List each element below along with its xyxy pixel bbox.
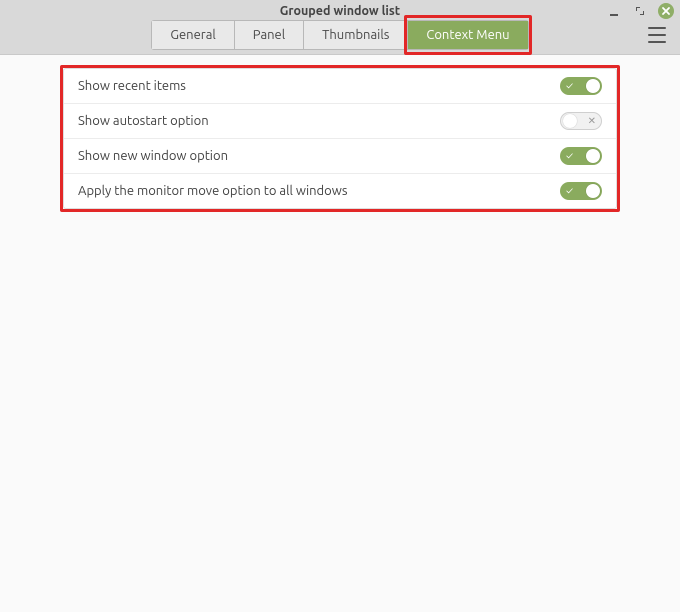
maximize-icon[interactable] <box>632 3 648 19</box>
menu-icon[interactable] <box>648 27 666 43</box>
toggle-show-recent-items[interactable]: ✓ <box>560 77 602 95</box>
tab-context-menu[interactable]: Context Menu <box>408 21 527 49</box>
content-area: Show recent items ✓ Show autostart optio… <box>0 55 680 612</box>
close-icon[interactable] <box>658 3 674 19</box>
setting-label: Show autostart option <box>78 114 209 128</box>
list-item: Show autostart option ✕ <box>64 104 616 139</box>
list-item: Show recent items ✓ <box>64 69 616 104</box>
list-item: Apply the monitor move option to all win… <box>64 174 616 208</box>
toggle-knob <box>586 184 600 198</box>
check-icon: ✓ <box>566 81 573 91</box>
tab-panel[interactable]: Panel <box>235 21 304 49</box>
minimize-icon[interactable] <box>606 3 622 19</box>
setting-label: Show new window option <box>78 149 228 163</box>
toggle-knob <box>563 114 577 128</box>
tab-general[interactable]: General <box>152 21 234 49</box>
setting-label: Apply the monitor move option to all win… <box>78 184 347 198</box>
toggle-show-new-window-option[interactable]: ✓ <box>560 147 602 165</box>
toggle-show-autostart-option[interactable]: ✕ <box>560 112 602 130</box>
toggle-monitor-move-all-windows[interactable]: ✓ <box>560 182 602 200</box>
check-icon: ✓ <box>566 186 573 196</box>
x-icon: ✕ <box>588 116 596 126</box>
toggle-knob <box>586 79 600 93</box>
toggle-knob <box>586 149 600 163</box>
tab-thumbnails[interactable]: Thumbnails <box>304 21 408 49</box>
tab-bar: General Panel Thumbnails Context Menu <box>151 20 528 50</box>
setting-label: Show recent items <box>78 79 186 93</box>
window-controls <box>606 2 674 20</box>
list-item: Show new window option ✓ <box>64 139 616 174</box>
check-icon: ✓ <box>566 151 573 161</box>
titlebar: Grouped window list General Panel Thumbn… <box>0 0 680 55</box>
tab-context-menu-label: Context Menu <box>426 28 509 42</box>
window-title: Grouped window list <box>0 4 680 18</box>
tabs-row: General Panel Thumbnails Context Menu <box>0 20 680 50</box>
settings-window: Grouped window list General Panel Thumbn… <box>0 0 680 612</box>
highlight-box: Show recent items ✓ Show autostart optio… <box>60 65 620 212</box>
settings-panel: Show recent items ✓ Show autostart optio… <box>63 68 617 209</box>
